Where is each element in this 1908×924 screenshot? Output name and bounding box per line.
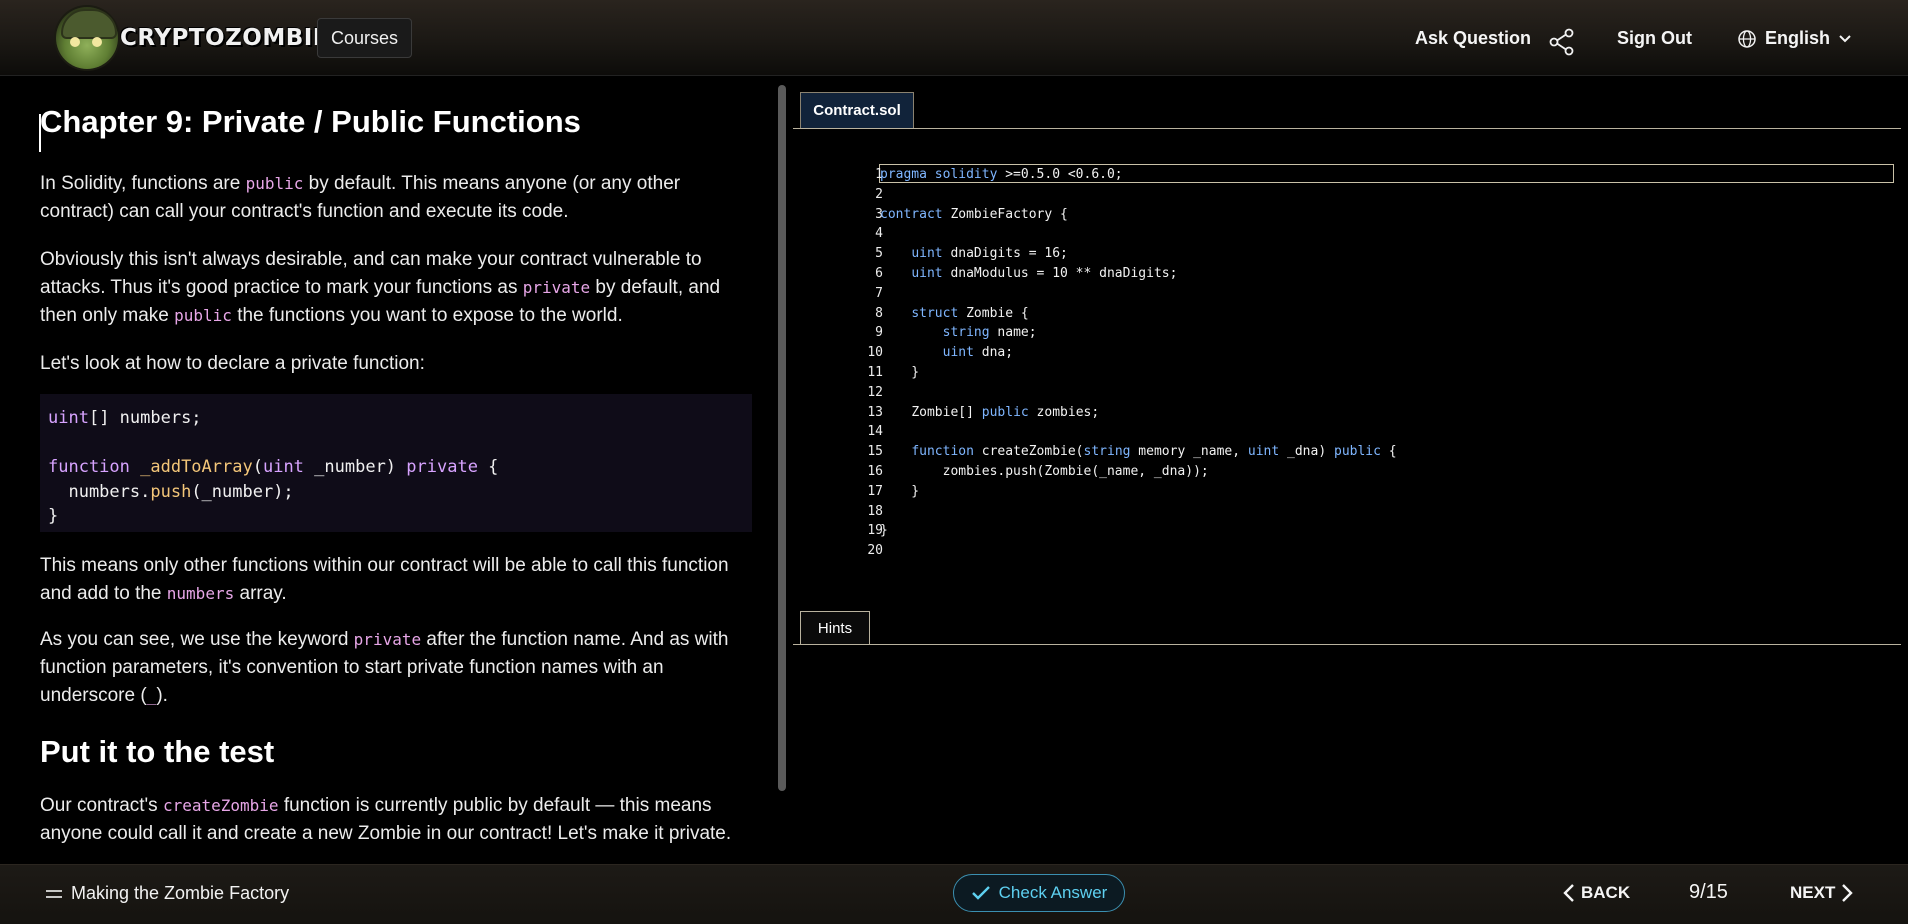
line-number: 14 — [867, 424, 883, 440]
code-line[interactable] — [880, 541, 1397, 561]
source-code[interactable]: pragma solidity >=0.5.0 <0.6.0; contract… — [880, 165, 1397, 561]
back-button[interactable]: BACK — [1563, 883, 1630, 903]
lesson-panel: Chapter 9: Private / Public Functions In… — [0, 76, 775, 864]
check-answer-button[interactable]: Check Answer — [953, 874, 1125, 912]
line-number: 17 — [867, 483, 883, 499]
lesson-paragraph: Our contract's createZombie function is … — [40, 795, 732, 844]
chevron-down-icon — [1839, 34, 1851, 42]
line-number: 8 — [875, 305, 883, 321]
line-number: 16 — [867, 463, 883, 479]
chapter-progress: 9/15 — [1689, 881, 1728, 903]
line-number: 20 — [867, 543, 883, 559]
globe-icon — [1738, 29, 1756, 48]
inline-code: numbers — [166, 584, 235, 603]
line-number-gutter: 1 2 3 4 5 6 7 8 9 10 11 12 13 14 15 16 1… — [833, 165, 883, 561]
code-line[interactable]: uint dnaDigits = 16; — [880, 244, 1397, 264]
code-line[interactable]: struct Zombie { — [880, 304, 1397, 324]
top-navbar: CRYPTOZOMBIES Courses Ask Question Sign … — [0, 0, 1908, 76]
code-line[interactable]: pragma solidity >=0.5.0 <0.6.0; — [880, 165, 1397, 185]
line-number: 7 — [875, 285, 883, 301]
zombie-logo-icon — [56, 7, 118, 69]
checkmark-icon — [971, 886, 990, 900]
line-number: 12 — [867, 384, 883, 400]
code-line[interactable] — [880, 502, 1397, 522]
code-line[interactable] — [880, 224, 1397, 244]
code-editor-panel: Contract.sol 1 2 3 4 5 6 7 8 9 10 11 12 … — [793, 76, 1908, 864]
line-number: 10 — [867, 345, 883, 361]
lesson-paragraph: As you can see, we use the keyword priva… — [40, 629, 729, 706]
line-number: 19 — [867, 523, 883, 539]
line-number: 5 — [875, 246, 883, 262]
code-line[interactable] — [880, 383, 1397, 403]
hints-divider — [793, 644, 1901, 645]
ask-question-link[interactable]: Ask Question — [1415, 28, 1531, 49]
line-number: 9 — [875, 325, 883, 341]
menu-icon[interactable] — [46, 889, 62, 899]
line-number: 6 — [875, 265, 883, 281]
code-line[interactable]: } — [880, 482, 1397, 502]
next-label: NEXT — [1790, 883, 1836, 902]
code-line[interactable]: uint dnaModulus = 10 ** dnaDigits; — [880, 264, 1397, 284]
code-line[interactable] — [880, 284, 1397, 304]
chapter-title: Chapter 9: Private / Public Functions — [40, 104, 581, 139]
language-label: English — [1765, 28, 1831, 48]
cryptozombies-logo[interactable]: CRYPTOZOMBIES — [56, 6, 346, 70]
line-number: 11 — [867, 364, 883, 380]
chevron-right-icon — [1842, 884, 1854, 902]
inline-code: private — [522, 278, 591, 297]
tab-hints[interactable]: Hints — [800, 611, 870, 645]
code-line[interactable]: Zombie[] public zombies; — [880, 403, 1397, 423]
inline-code: private — [353, 630, 422, 649]
line-number: 3 — [875, 206, 883, 222]
code-line[interactable]: string name; — [880, 323, 1397, 343]
code-line[interactable]: zombies.push(Zombie(_name, _dna)); — [880, 462, 1397, 482]
tab-contract-sol[interactable]: Contract.sol — [800, 92, 914, 128]
lesson-paragraph: Obviously this isn't always desirable, a… — [40, 249, 721, 326]
tab-divider — [793, 128, 1901, 129]
inline-code: _ — [146, 686, 157, 705]
check-answer-label: Check Answer — [998, 883, 1108, 902]
section-heading: Put it to the test — [40, 734, 275, 769]
inline-code: createZombie — [162, 796, 279, 815]
lesson-paragraph: This means only other functions within o… — [40, 555, 729, 604]
code-line[interactable] — [880, 422, 1397, 442]
line-number: 4 — [875, 226, 883, 242]
code-line[interactable]: contract ZombieFactory { — [880, 205, 1397, 225]
example-code-block: uint[] numbers; function _addToArray(uin… — [40, 394, 752, 532]
code-line[interactable]: function createZombie(string memory _nam… — [880, 442, 1396, 462]
line-number: 18 — [867, 503, 883, 519]
next-button[interactable]: NEXT — [1790, 883, 1854, 903]
course-title-link[interactable]: Making the Zombie Factory — [71, 883, 289, 904]
footer-bar: Making the Zombie Factory Check Answer B… — [0, 864, 1908, 924]
courses-button[interactable]: Courses — [317, 18, 412, 58]
sign-out-link[interactable]: Sign Out — [1617, 28, 1692, 49]
code-line[interactable] — [880, 185, 1397, 205]
line-number: 15 — [867, 444, 883, 460]
inline-code: public — [174, 306, 232, 325]
code-line[interactable]: } — [880, 521, 1397, 541]
language-selector[interactable]: English — [1737, 28, 1852, 49]
code-line[interactable]: uint dna; — [880, 343, 1397, 363]
line-number: 13 — [867, 404, 883, 420]
chevron-left-icon — [1563, 884, 1574, 902]
logo-text: CRYPTOZOMBIES — [120, 25, 347, 51]
code-line[interactable]: } — [880, 363, 1397, 383]
lesson-scrollbar[interactable] — [778, 85, 786, 791]
line-number: 1 — [875, 167, 883, 182]
lesson-paragraph: In Solidity, functions are public by def… — [40, 173, 681, 222]
inline-code: public — [245, 174, 304, 193]
share-icon[interactable] — [1548, 28, 1576, 56]
line-number: 2 — [875, 186, 883, 202]
lesson-paragraph: Let's look at how to declare a private f… — [40, 353, 425, 374]
back-label: BACK — [1581, 883, 1631, 902]
